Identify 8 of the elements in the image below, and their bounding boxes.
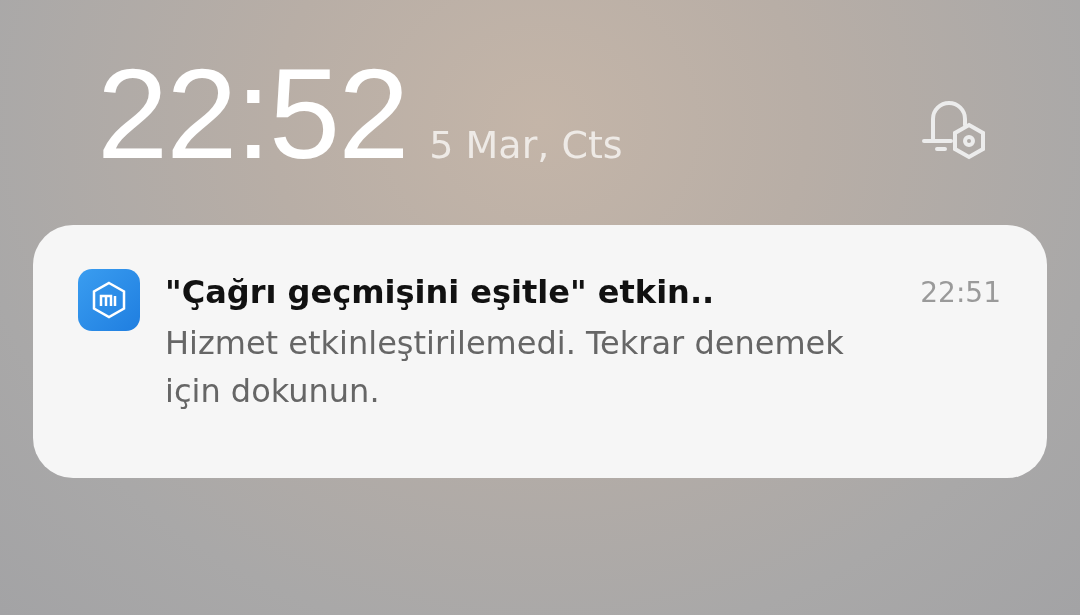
notification-body: Hizmet etkinleştirilemedi. Tekrar denemek için dokunun.	[165, 323, 845, 412]
bell-settings-icon[interactable]	[921, 99, 987, 161]
notification-title: "Çağrı geçmişini eşitle" etkin..	[165, 273, 715, 311]
clock-time: 22:52	[97, 52, 408, 175]
app-icon	[78, 269, 140, 331]
date-text: 5 Mar, Cts	[429, 123, 623, 167]
notification-card[interactable]: "Çağrı geçmişini eşitle" etkin.. 22:51 Hizmet etkinleştirilemedi. Tekrar denemek için dokunun.	[33, 225, 1047, 478]
notification-time: 22:51	[920, 275, 1001, 309]
